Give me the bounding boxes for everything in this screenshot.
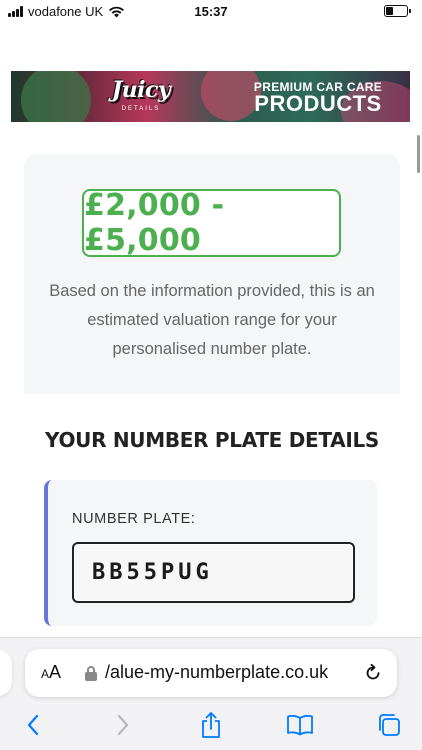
tabs-icon — [379, 714, 400, 736]
book-icon — [287, 714, 313, 736]
aa-small: A — [41, 667, 50, 681]
number-plate: BB55PUG — [72, 542, 355, 603]
plate-value: BB55PUG — [92, 560, 213, 585]
previous-tab-preview[interactable] — [0, 650, 12, 696]
valuation-card: £2,000 - £5,000 Based on the information… — [24, 154, 400, 394]
plate-panel: NUMBER PLATE: BB55PUG — [44, 480, 377, 626]
section-heading: YOUR NUMBER PLATE DETAILS — [44, 428, 380, 452]
tabs-button[interactable] — [374, 710, 404, 740]
status-time: 15:37 — [194, 4, 228, 19]
back-button[interactable] — [18, 710, 48, 740]
navigation-toolbar — [0, 708, 422, 744]
address-bar[interactable]: AA /alue-my-numberplate.co.uk — [25, 649, 397, 697]
share-icon — [202, 712, 220, 738]
reload-icon[interactable] — [363, 663, 383, 683]
share-button[interactable] — [196, 710, 226, 740]
juicy-details-logo: Juicy DETAILS — [97, 77, 185, 117]
forward-button[interactable] — [108, 710, 138, 740]
price-range: £2,000 - £5,000 — [84, 188, 225, 258]
lock-icon — [85, 666, 97, 681]
chevron-right-icon — [117, 714, 129, 736]
chevron-left-icon — [27, 714, 39, 736]
price-range-box: £2,000 - £5,000 — [82, 188, 341, 258]
bookmarks-button[interactable] — [285, 710, 315, 740]
aa-large: A — [49, 662, 62, 682]
plate-label: NUMBER PLATE: — [72, 511, 196, 527]
reader-options-button[interactable]: AA — [41, 662, 61, 683]
battery-icon — [384, 5, 411, 17]
logo-wordmark: Juicy — [111, 77, 171, 103]
status-bar: vodafone UK 15:37 — [0, 0, 422, 26]
logo-subtitle: DETAILS — [121, 106, 161, 112]
browser-toolbar: AA /alue-my-numberplate.co.uk — [0, 637, 422, 750]
promo-banner[interactable]: Juicy DETAILS PREMIUM CAR CARE PRODUCTS — [11, 71, 410, 122]
plate-details-section: YOUR NUMBER PLATE DETAILS NUMBER PLATE: … — [24, 394, 400, 644]
battery-level — [386, 7, 393, 15]
url-text[interactable]: /alue-my-numberplate.co.uk — [105, 662, 328, 683]
banner-headline: PRODUCTS — [254, 91, 382, 116]
scroll-indicator — [417, 135, 420, 173]
valuation-description: Based on the information provided, this … — [49, 282, 375, 358]
